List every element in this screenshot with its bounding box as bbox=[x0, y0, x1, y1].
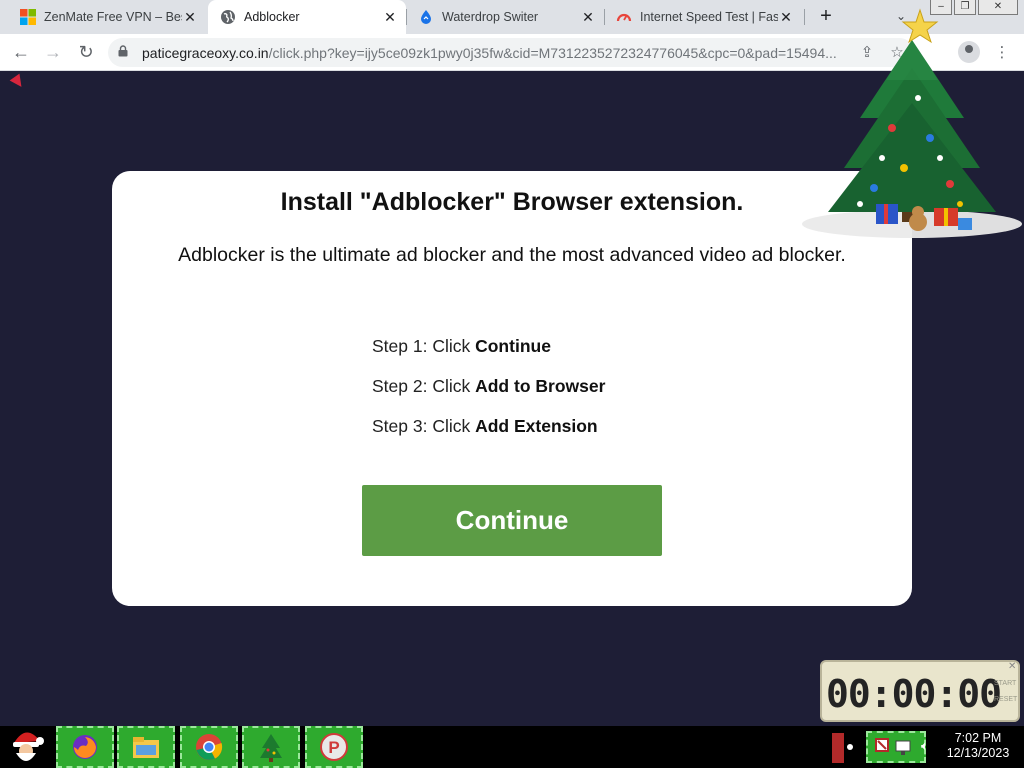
reload-icon[interactable]: ↻ bbox=[75, 42, 97, 64]
timer-digits: 00:00:00 bbox=[826, 672, 1002, 716]
santa-start-icon[interactable] bbox=[4, 727, 48, 767]
lock-icon[interactable] bbox=[118, 45, 132, 60]
chrome-icon bbox=[196, 734, 223, 760]
close-icon[interactable]: ✕ bbox=[778, 9, 794, 26]
url-path: /click.php?key=ijy5ce09zk1pwy0j35fw&cid=… bbox=[268, 44, 837, 61]
step-prefix: Step 3: Click bbox=[372, 416, 476, 436]
step-item: Step 1: Click Continue bbox=[372, 336, 605, 376]
p-app-taskbar-button[interactable]: P bbox=[305, 726, 363, 768]
countdown-timer-widget: 00:00:00 START RESET ✕ bbox=[820, 660, 1020, 722]
step-item: Step 2: Click Add to Browser bbox=[372, 376, 605, 416]
globe-icon bbox=[220, 9, 236, 25]
tab-title: Adblocker bbox=[244, 10, 300, 24]
chrome-taskbar-button[interactable] bbox=[180, 726, 238, 768]
tab-speedtest[interactable]: Internet Speed Test | Fast ✕ bbox=[606, 0, 802, 34]
close-icon[interactable]: ✕ bbox=[182, 9, 198, 26]
install-dialog: Install "Adblocker" Browser extension. A… bbox=[112, 171, 912, 606]
speaker-icon[interactable]: 🔈︎ bbox=[921, 738, 929, 754]
continue-button[interactable]: Continue bbox=[362, 485, 662, 556]
tab-title: Waterdrop Switer bbox=[442, 10, 539, 24]
step-prefix: Step 2: Click bbox=[372, 376, 476, 396]
close-icon[interactable]: ✕ bbox=[580, 9, 596, 26]
system-clock[interactable]: 7:02 PM 12/13/2023 bbox=[940, 731, 1016, 761]
clock-date: 12/13/2023 bbox=[946, 746, 1010, 760]
tab-title: Internet Speed Test | Fast bbox=[640, 10, 778, 24]
tab-separator bbox=[604, 9, 605, 25]
p-app-icon: P bbox=[320, 733, 348, 761]
step-prefix: Step 1: Click bbox=[372, 336, 476, 356]
step-action: Add Extension bbox=[475, 416, 598, 436]
tray-indicator[interactable] bbox=[832, 733, 844, 763]
christmas-tree-icon bbox=[260, 734, 282, 762]
waterdrop-icon bbox=[418, 9, 434, 25]
speedometer-icon bbox=[616, 9, 632, 25]
firefox-taskbar-button[interactable] bbox=[56, 726, 114, 768]
tab-separator bbox=[406, 9, 407, 25]
tree-taskbar-button[interactable] bbox=[242, 726, 300, 768]
pointer-icon bbox=[9, 73, 27, 91]
address-bar[interactable]: paticegraceoxy.co.in /click.php?key=ijy5… bbox=[108, 38, 914, 67]
step-item: Step 3: Click Add Extension bbox=[372, 416, 605, 456]
clock-time: 7:02 PM bbox=[954, 731, 1002, 745]
windows-logo-icon bbox=[20, 9, 36, 25]
christmas-tree-icon bbox=[802, 8, 1022, 238]
firefox-icon bbox=[73, 735, 97, 759]
file-explorer-icon bbox=[133, 737, 159, 758]
url-host: paticegraceoxy.co.in bbox=[142, 44, 269, 61]
step-action: Add to Browser bbox=[475, 376, 606, 396]
back-arrow-icon[interactable]: ← bbox=[10, 42, 32, 64]
forward-arrow-icon[interactable]: → bbox=[42, 42, 64, 64]
page-title: Install "Adblocker" Browser extension. bbox=[280, 188, 744, 216]
tab-waterdrop[interactable]: Waterdrop Switer ✕ bbox=[408, 0, 604, 34]
page-subtitle: Adblocker is the ultimate ad blocker and… bbox=[178, 244, 846, 266]
tab-zenmate[interactable]: ZenMate Free VPN – Best ✕ bbox=[10, 0, 206, 34]
timer-start-label[interactable]: START bbox=[994, 680, 1016, 687]
close-icon[interactable]: ✕ bbox=[382, 9, 398, 26]
svg-text:P: P bbox=[328, 738, 339, 757]
steps-list: Step 1: Click Continue Step 2: Click Add… bbox=[372, 336, 605, 456]
tray-network-area[interactable] bbox=[866, 731, 926, 763]
timer-reset-label[interactable]: RESET bbox=[994, 696, 1017, 703]
step-action: Continue bbox=[475, 336, 551, 356]
network-icon bbox=[875, 738, 911, 755]
tab-adblocker[interactable]: Adblocker ✕ bbox=[208, 0, 406, 34]
explorer-taskbar-button[interactable] bbox=[117, 726, 175, 768]
tray-dot-icon bbox=[847, 744, 853, 750]
close-icon[interactable]: ✕ bbox=[1008, 661, 1016, 672]
tab-title: ZenMate Free VPN – Best bbox=[44, 10, 182, 24]
